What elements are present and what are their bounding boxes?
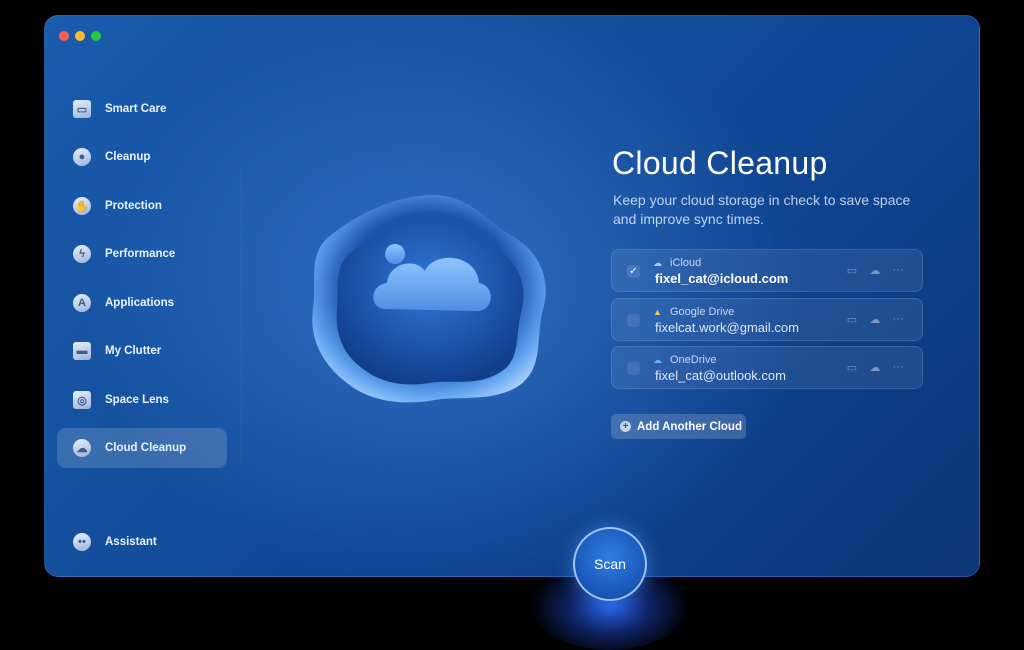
laptop-icon[interactable]: ▭ — [846, 361, 858, 374]
more-options-icon[interactable]: ··· — [892, 264, 904, 277]
account-email: fixel_cat@icloud.com — [655, 271, 789, 286]
window-controls — [59, 31, 101, 41]
more-options-icon[interactable]: ··· — [892, 361, 904, 374]
sidebar-item-label: Protection — [105, 200, 162, 212]
provider-label: iCloud — [670, 257, 702, 269]
account-email: fixel_cat@outlook.com — [655, 368, 786, 383]
account-email: fixelcat.work@gmail.com — [655, 320, 799, 335]
sidebar-item-protection[interactable]: ✋ Protection — [57, 186, 227, 226]
sidebar-item-label: Smart Care — [105, 103, 167, 115]
sidebar-item-label: My Clutter — [105, 345, 162, 357]
zoom-window-button[interactable] — [91, 31, 101, 41]
disk-icon: ● — [73, 148, 91, 166]
sidebar-item-applications[interactable]: A Applications — [57, 283, 227, 323]
account-checkbox[interactable]: ✓ — [627, 314, 640, 327]
cloud-sync-icon[interactable]: ☁ — [869, 361, 881, 374]
sidebar-item-label: Cloud Cleanup — [105, 442, 187, 454]
lens-icon: ◎ — [73, 391, 91, 409]
sidebar-item-cloud-cleanup[interactable]: ☁ Cloud Cleanup — [57, 428, 227, 468]
onedrive-icon: ☁ — [653, 355, 662, 365]
sidebar-item-label: Assistant — [105, 536, 157, 548]
close-window-button[interactable] — [59, 31, 69, 41]
laptop-icon[interactable]: ▭ — [846, 313, 858, 326]
add-cloud-label: Add Another Cloud — [637, 420, 742, 433]
account-provider: ☁ iCloud — [653, 257, 701, 269]
page-subtitle: Keep your cloud storage in check to save… — [613, 192, 911, 227]
assistant-icon: •• — [73, 533, 91, 551]
google-drive-icon: ▲ — [653, 307, 662, 317]
account-tools: ▭ ☁ ··· — [846, 313, 904, 326]
account-provider: ▲ Google Drive — [653, 306, 734, 318]
plus-icon: + — [620, 421, 631, 432]
minimize-window-button[interactable] — [75, 31, 85, 41]
page-title: Cloud Cleanup — [612, 145, 828, 181]
sidebar-item-my-clutter[interactable]: ▬ My Clutter — [57, 331, 227, 371]
scan-label: Scan — [594, 556, 626, 572]
provider-label: Google Drive — [670, 306, 735, 318]
folder-icon: ▬ — [73, 342, 91, 360]
sidebar-item-cleanup[interactable]: ● Cleanup — [57, 137, 227, 177]
sidebar-item-space-lens[interactable]: ◎ Space Lens — [57, 380, 227, 420]
cloud-sync-icon[interactable]: ☁ — [869, 313, 881, 326]
laptop-icon[interactable]: ▭ — [846, 264, 858, 277]
app-window: ▭ Smart Care ● Cleanup ✋ Protection ϟ Pe… — [44, 15, 980, 577]
sidebar-item-assistant[interactable]: •• Assistant — [57, 522, 227, 562]
account-tools: ▭ ☁ ··· — [846, 264, 904, 277]
monitor-icon: ▭ — [73, 100, 91, 118]
sidebar-divider — [241, 166, 242, 466]
cloud-icon: ☁ — [73, 439, 91, 457]
lightning-icon: ϟ — [73, 245, 91, 263]
account-checkbox[interactable]: ✓ — [627, 362, 640, 375]
sidebar-item-label: Applications — [105, 297, 175, 309]
add-another-cloud-button[interactable]: + Add Another Cloud — [611, 414, 746, 439]
sidebar-item-label: Performance — [105, 248, 176, 260]
cloud-account-row-icloud[interactable]: ✓ ☁ iCloud fixel_cat@icloud.com ▭ ☁ ··· — [611, 249, 923, 292]
cloud-sync-icon[interactable]: ☁ — [869, 264, 881, 277]
hand-icon: ✋ — [73, 197, 91, 215]
account-provider: ☁ OneDrive — [653, 354, 716, 366]
cloud-account-row-onedrive[interactable]: ✓ ☁ OneDrive fixel_cat@outlook.com ▭ ☁ ·… — [611, 346, 923, 389]
account-checkbox[interactable]: ✓ — [627, 265, 640, 278]
account-tools: ▭ ☁ ··· — [846, 361, 904, 374]
sidebar-item-performance[interactable]: ϟ Performance — [57, 234, 227, 274]
sidebar-item-smart-care[interactable]: ▭ Smart Care — [57, 89, 227, 129]
icloud-icon: ☁ — [653, 258, 662, 268]
more-options-icon[interactable]: ··· — [892, 313, 904, 326]
scan-button[interactable]: Scan — [573, 527, 647, 601]
sidebar-item-label: Space Lens — [105, 394, 169, 406]
cloud-account-row-google-drive[interactable]: ✓ ▲ Google Drive fixelcat.work@gmail.com… — [611, 298, 923, 341]
provider-label: OneDrive — [670, 354, 717, 366]
sidebar-item-label: Cleanup — [105, 151, 151, 163]
cloud-hero-illustration — [312, 194, 546, 403]
app-store-icon: A — [73, 294, 91, 312]
